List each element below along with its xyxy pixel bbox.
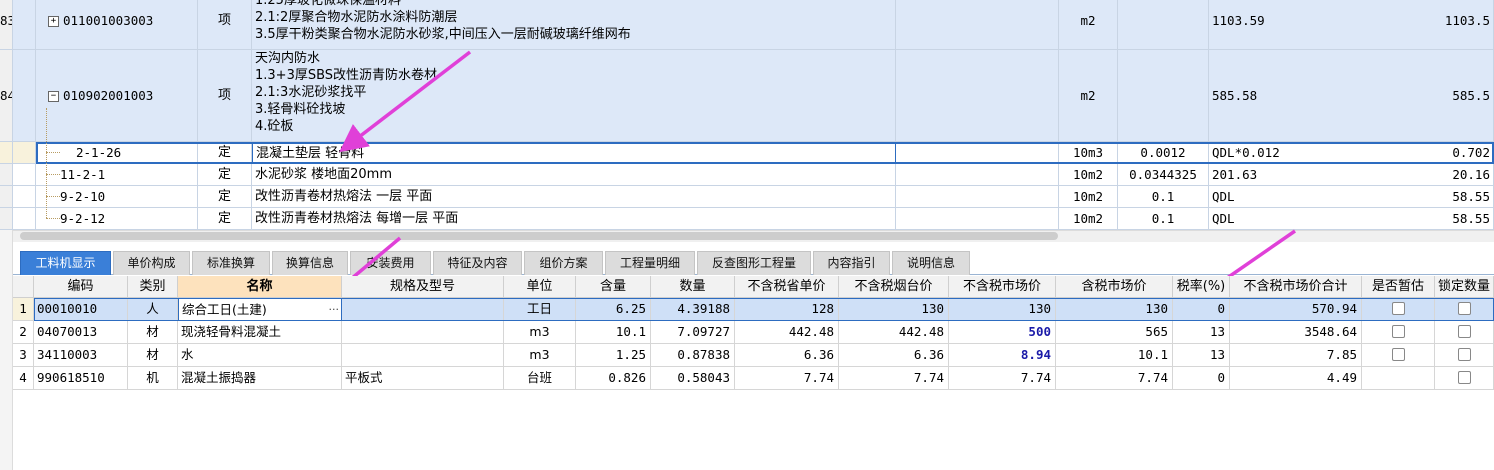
estimate-checkbox[interactable] [1391,325,1405,338]
cell-estimate[interactable] [1362,344,1435,367]
cell-market[interactable]: 8.94 [949,344,1056,367]
cell-qty[interactable]: 0.58043 [651,367,735,390]
lock-quantity-checkbox[interactable] [1457,348,1471,361]
column-header-9[interactable]: 不含税烟台价 [839,276,949,298]
cell-cat[interactable]: 人 [128,298,178,321]
cell-prov[interactable]: 7.74 [735,367,839,390]
cell-rate[interactable]: 0 [1173,367,1230,390]
cell-code[interactable]: 34110003 [34,344,128,367]
row-number: 3 [13,344,34,367]
column-header-15[interactable]: 锁定数量 [1435,276,1494,298]
column-header-12[interactable]: 税率(%) [1173,276,1230,298]
cell-rate[interactable]: 13 [1173,321,1230,344]
cell-content[interactable]: 6.25 [576,298,651,321]
column-header-5[interactable]: 单位 [504,276,576,298]
cell-taxmarket[interactable]: 130 [1056,298,1173,321]
cell-prov[interactable]: 6.36 [735,344,839,367]
cell-name[interactable]: 混凝土振捣器 [178,367,342,390]
column-header-7[interactable]: 数量 [651,276,735,298]
cell-prov[interactable]: 128 [735,298,839,321]
cell-lock-quantity[interactable] [1435,367,1494,390]
row-number: 2 [13,321,34,344]
cell-unit[interactable]: m3 [504,344,576,367]
cell-cat[interactable]: 材 [128,321,178,344]
lock-quantity-checkbox[interactable] [1457,371,1471,384]
cell-yt[interactable]: 442.48 [839,321,949,344]
lock-quantity-checkbox[interactable] [1457,302,1471,315]
cell-unit[interactable]: m3 [504,321,576,344]
cell-estimate[interactable] [1362,321,1435,344]
cell-content[interactable]: 10.1 [576,321,651,344]
cell-spec[interactable] [342,298,504,321]
estimate-checkbox[interactable] [1391,302,1405,315]
cell-yt[interactable]: 130 [839,298,949,321]
column-header-8[interactable]: 不含税省单价 [735,276,839,298]
cell-yt[interactable]: 6.36 [839,344,949,367]
cell-prov[interactable]: 442.48 [735,321,839,344]
cell-spec[interactable] [342,321,504,344]
cell-qty[interactable]: 0.87838 [651,344,735,367]
cell-name[interactable]: 水 [178,344,342,367]
column-header-11[interactable]: 含税市场价 [1056,276,1173,298]
cell-total[interactable]: 570.94 [1230,298,1362,321]
column-header-13[interactable]: 不含税市场价合计 [1230,276,1362,298]
cell-content[interactable]: 0.826 [576,367,651,390]
cell-total[interactable]: 7.85 [1230,344,1362,367]
cell-market[interactable]: 500 [949,321,1056,344]
cell-spec[interactable] [342,344,504,367]
cell-estimate[interactable] [1362,367,1435,390]
column-header-2[interactable]: 类别 [128,276,178,298]
cell-qty[interactable]: 4.39188 [651,298,735,321]
cell-market[interactable]: 130 [949,298,1056,321]
column-header-1[interactable]: 编码 [34,276,128,298]
cell-total[interactable]: 3548.64 [1230,321,1362,344]
lock-quantity-checkbox[interactable] [1457,325,1471,338]
cell-lock-quantity[interactable] [1435,298,1494,321]
column-header-4[interactable]: 规格及型号 [342,276,504,298]
cell-taxmarket[interactable]: 7.74 [1056,367,1173,390]
cell-code[interactable]: 990618510 [34,367,128,390]
cell-code[interactable]: 00010010 [34,298,128,321]
annotation-arrows [299,50,1296,332]
cell-content[interactable]: 1.25 [576,344,651,367]
cell-market[interactable]: 7.74 [949,367,1056,390]
cell-cat[interactable]: 材 [128,344,178,367]
grid-left-gutter [0,230,13,470]
cell-cat[interactable]: 机 [128,367,178,390]
cell-name[interactable]: 综合工日(土建) ··· [178,298,342,321]
column-header-14[interactable]: 是否暂估 [1362,276,1435,298]
column-header-6[interactable]: 含量 [576,276,651,298]
cell-estimate[interactable] [1362,298,1435,321]
estimate-checkbox[interactable] [1391,348,1405,361]
column-header-10[interactable]: 不含税市场价 [949,276,1056,298]
ellipsis-button[interactable]: ··· [329,299,340,320]
cell-rate[interactable]: 13 [1173,344,1230,367]
cell-qty[interactable]: 7.09727 [651,321,735,344]
cell-rate[interactable]: 0 [1173,298,1230,321]
cell-yt[interactable]: 7.74 [839,367,949,390]
cell-unit[interactable]: 工日 [504,298,576,321]
row-header-corner [13,276,34,298]
cell-lock-quantity[interactable] [1435,344,1494,367]
cell-taxmarket[interactable]: 565 [1056,321,1173,344]
cell-total[interactable]: 4.49 [1230,367,1362,390]
cell-name[interactable]: 现浇轻骨料混凝土 [178,321,342,344]
cell-taxmarket[interactable]: 10.1 [1056,344,1173,367]
column-header-3[interactable]: 名称 [178,276,342,298]
row-number: 1 [13,298,34,321]
cell-unit[interactable]: 台班 [504,367,576,390]
cell-lock-quantity[interactable] [1435,321,1494,344]
cell-code[interactable]: 04070013 [34,321,128,344]
row-number: 4 [13,367,34,390]
annotation-arrow-1 [339,50,472,153]
cell-spec[interactable]: 平板式 [342,367,504,390]
